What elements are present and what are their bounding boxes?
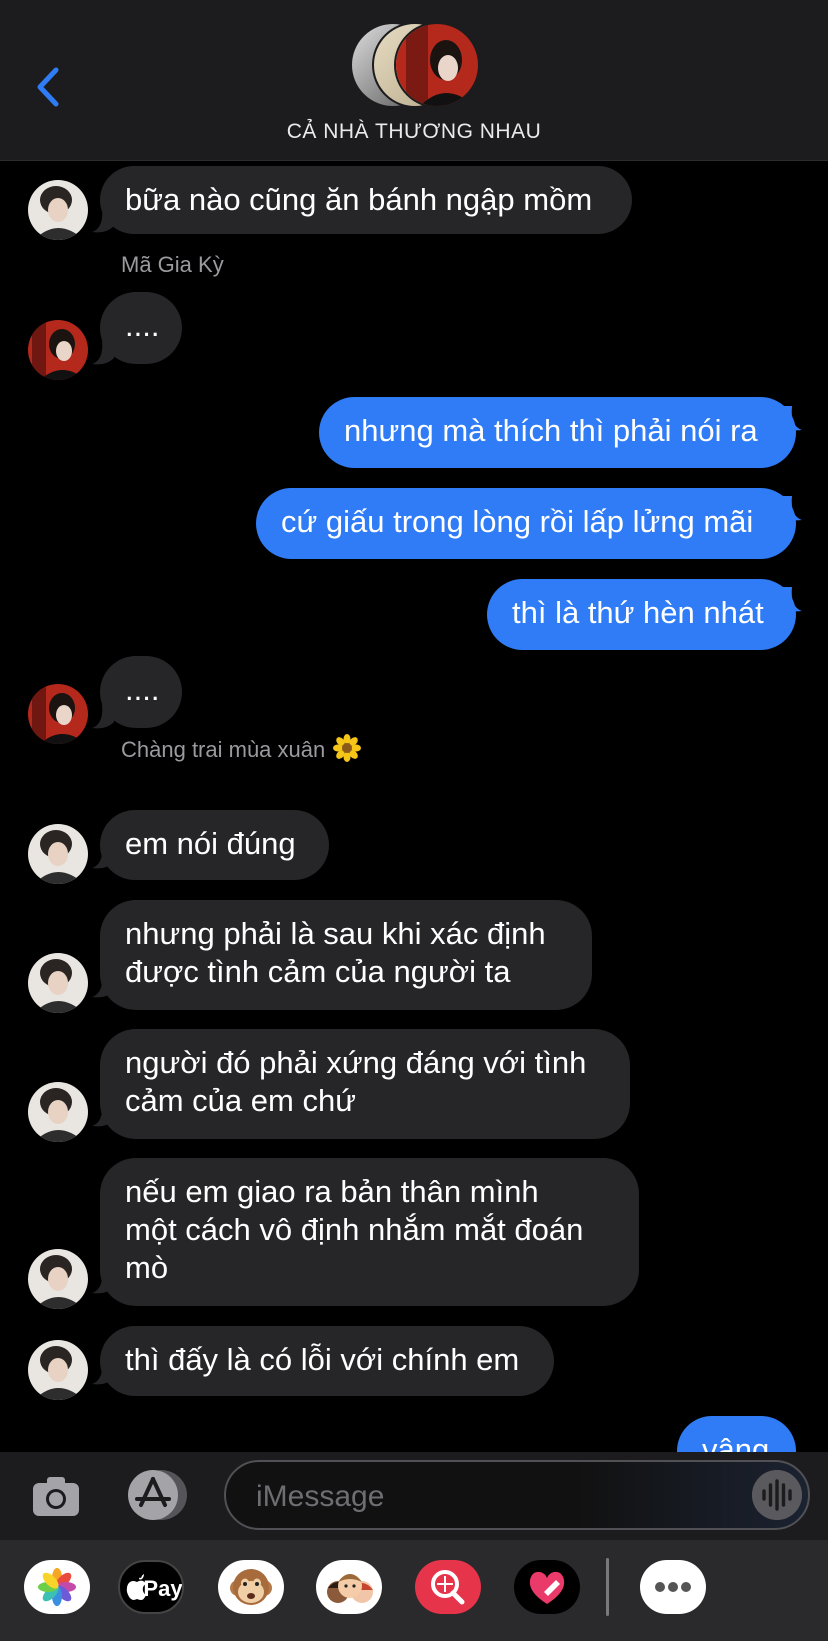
apple-pay-app-icon[interactable]: Pay bbox=[118, 1560, 184, 1614]
memoji-app-icon[interactable] bbox=[316, 1560, 382, 1614]
message-input-placeholder: iMessage bbox=[256, 1480, 385, 1513]
message-text-line: nếu em giao ra bản thân mình bbox=[125, 1174, 539, 1209]
composer-bar: iMessage bbox=[0, 1452, 828, 1540]
message-thread[interactable]: bữa nào cũng ăn bánh ngập mồm Mã Gia Kỳ … bbox=[0, 160, 828, 1452]
message-text-line: mò bbox=[125, 1250, 169, 1285]
sender-avatar bbox=[28, 824, 88, 884]
message-text: cứ giấu trong lòng rồi lấp lửng mãi bbox=[281, 504, 754, 539]
sender-avatar bbox=[28, 180, 88, 240]
message-text: thì đấy là có lỗi với chính em bbox=[125, 1342, 520, 1377]
message-text: vâng bbox=[702, 1432, 770, 1452]
apple-pay-label: Pay bbox=[143, 1576, 183, 1601]
message-input[interactable]: iMessage bbox=[224, 1460, 810, 1530]
image-search-app-icon[interactable] bbox=[415, 1560, 481, 1614]
message-text: .... bbox=[125, 308, 160, 343]
conversation-header: CẢ NHÀ THƯƠNG NHAU bbox=[0, 0, 828, 161]
message-bubble[interactable]: nếu em giao ra bản thân mình một cách vô… bbox=[100, 1158, 639, 1306]
message-bubble[interactable]: .... bbox=[100, 656, 182, 728]
message-bubble[interactable]: nhưng phải là sau khi xác định được tình… bbox=[100, 900, 592, 1010]
group-name[interactable]: CẢ NHÀ THƯƠNG NHAU bbox=[0, 120, 828, 144]
message-bubble[interactable]: người đó phải xứng đáng với tình cảm của… bbox=[100, 1029, 630, 1139]
voice-waveform-icon[interactable] bbox=[752, 1470, 802, 1520]
sender-avatar bbox=[28, 953, 88, 1013]
message-bubble[interactable]: thì đấy là có lỗi với chính em bbox=[100, 1326, 554, 1396]
message-bubble[interactable]: bữa nào cũng ăn bánh ngập mồm bbox=[100, 166, 632, 234]
imessage-app-strip: Pay bbox=[0, 1540, 828, 1641]
message-text-line: một cách vô định nhắm mắt đoán bbox=[125, 1212, 584, 1247]
sender-avatar bbox=[28, 1082, 88, 1142]
sender-avatar bbox=[28, 1249, 88, 1309]
message-bubble[interactable]: thì là thứ hèn nhát bbox=[487, 579, 796, 650]
message-text: .... bbox=[125, 672, 160, 707]
group-member-avatar bbox=[394, 22, 480, 108]
message-text: em nói đúng bbox=[125, 826, 296, 861]
message-bubble[interactable]: .... bbox=[100, 292, 182, 364]
app-store-icon[interactable] bbox=[126, 1468, 188, 1522]
sunflower-emoji-icon bbox=[333, 734, 362, 762]
sender-name: Chàng trai mùa xuân bbox=[121, 734, 362, 763]
message-bubble[interactable]: vâng bbox=[677, 1416, 796, 1452]
back-chevron-icon[interactable] bbox=[30, 62, 70, 112]
message-text-line: được tình cảm của người ta bbox=[125, 954, 511, 989]
digital-touch-heart-icon[interactable] bbox=[514, 1560, 580, 1614]
message-text-line: nhưng phải là sau khi xác định bbox=[125, 916, 546, 951]
more-apps-icon[interactable] bbox=[640, 1560, 706, 1614]
camera-icon[interactable] bbox=[30, 1470, 82, 1522]
message-text-line: người đó phải xứng đáng với tình bbox=[125, 1045, 587, 1080]
message-text: nhưng mà thích thì phải nói ra bbox=[344, 413, 758, 448]
message-text-line: cảm của em chứ bbox=[125, 1083, 356, 1118]
message-bubble[interactable]: nhưng mà thích thì phải nói ra bbox=[319, 397, 796, 468]
sender-avatar bbox=[28, 1340, 88, 1400]
message-text: thì là thứ hèn nhát bbox=[512, 595, 764, 630]
animoji-monkey-app-icon[interactable] bbox=[218, 1560, 284, 1614]
app-strip-divider bbox=[606, 1558, 609, 1616]
sender-avatar bbox=[28, 320, 88, 380]
sender-name: Mã Gia Kỳ bbox=[121, 252, 224, 277]
group-avatar-stack[interactable] bbox=[350, 22, 480, 108]
message-text: bữa nào cũng ăn bánh ngập mồm bbox=[125, 182, 593, 217]
sender-avatar bbox=[28, 684, 88, 744]
message-bubble[interactable]: em nói đúng bbox=[100, 810, 329, 880]
message-bubble[interactable]: cứ giấu trong lòng rồi lấp lửng mãi bbox=[256, 488, 796, 559]
sender-name-text: Chàng trai mùa xuân bbox=[121, 737, 326, 762]
photos-app-icon[interactable] bbox=[24, 1560, 90, 1614]
